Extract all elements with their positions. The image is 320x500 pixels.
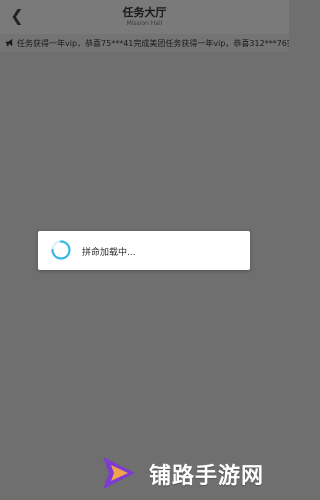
watermark-text: 铺路手游网 bbox=[149, 464, 265, 489]
watermark-logo-icon bbox=[103, 457, 135, 489]
notice-text: 任务获得一年vip，恭喜75***41完成美团任务获得一年vip，恭喜312**… bbox=[17, 39, 289, 48]
page-title: 任务大厅 bbox=[122, 6, 167, 19]
megaphone-icon bbox=[5, 38, 13, 47]
loading-spinner-icon bbox=[51, 240, 71, 260]
watermark: 铺路手游网 bbox=[95, 451, 291, 494]
loading-dialog: 拼命加载中... bbox=[38, 231, 250, 270]
loading-text: 拼命加载中... bbox=[82, 248, 136, 258]
page-subtitle: Mission Hall bbox=[126, 20, 163, 27]
notice-bar: 任务获得一年vip，恭喜75***41完成美团任务获得一年vip，恭喜312**… bbox=[0, 34, 289, 52]
header: ❮ 任务大厅 Mission Hall bbox=[0, 0, 289, 34]
